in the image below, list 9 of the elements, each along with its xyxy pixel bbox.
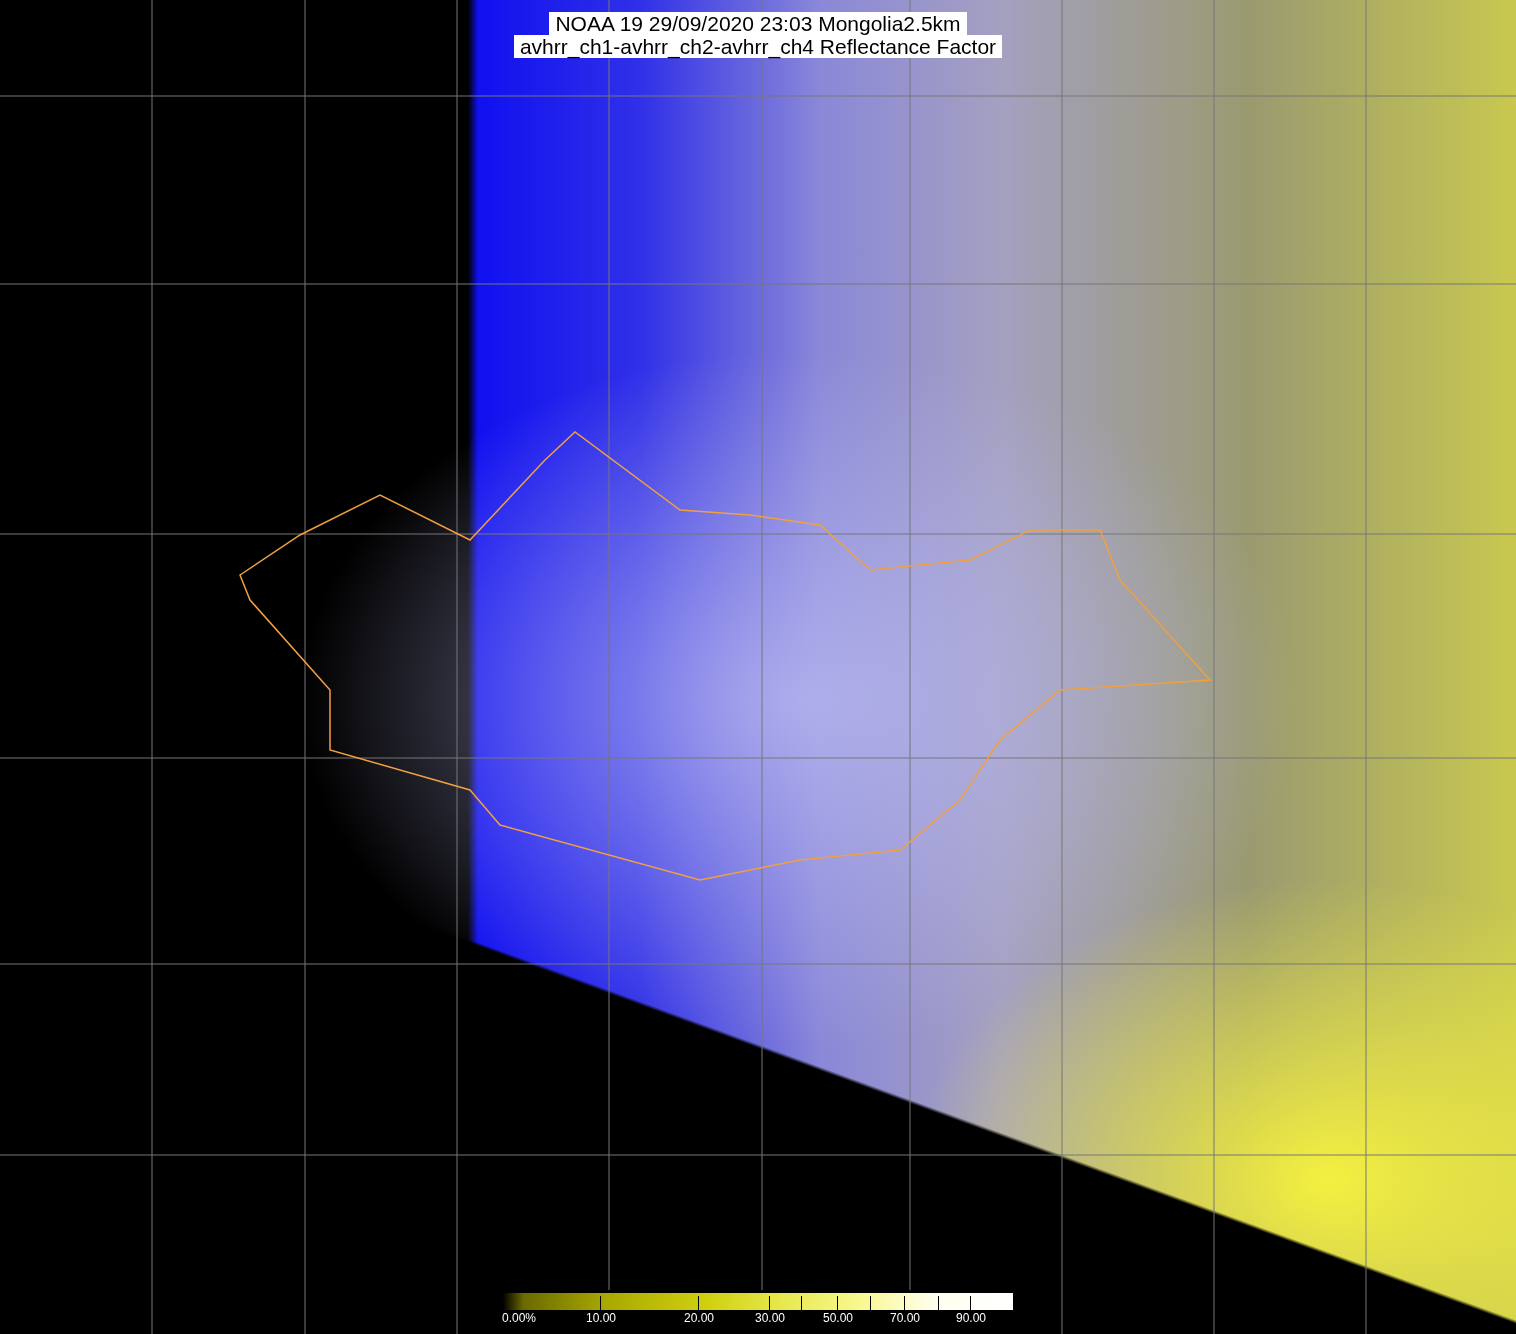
colorbar-label: 70.00 bbox=[890, 1311, 921, 1325]
map-title: NOAA 19 29/09/2020 23:03 Mongolia2.5km bbox=[549, 12, 967, 35]
colorbar-label: 10.00 bbox=[586, 1311, 617, 1325]
map-title: avhrr_ch1-avhrr_ch2-avhrr_ch4 Reflectance Factor bbox=[513, 35, 1003, 58]
colorbar-label: 0.00% bbox=[502, 1311, 537, 1325]
colorbar-label: 50.00 bbox=[823, 1311, 854, 1325]
colorbar-label: 90.00 bbox=[956, 1311, 987, 1325]
colorbar-label: 20.00 bbox=[684, 1311, 715, 1325]
colorbar-label: 30.00 bbox=[755, 1311, 786, 1325]
